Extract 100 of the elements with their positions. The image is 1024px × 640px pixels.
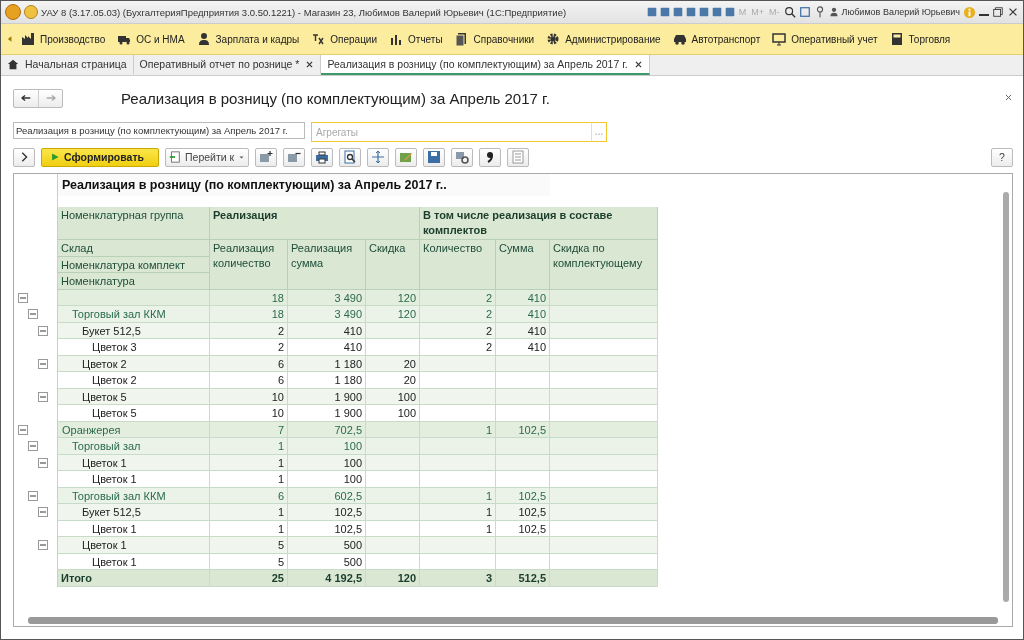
header-cell: Сумма <box>496 240 550 290</box>
remove-group-button[interactable] <box>283 147 306 167</box>
bar-chart-icon <box>389 32 404 46</box>
table-cell: 1 180 <box>288 372 366 389</box>
print-button[interactable] <box>311 147 334 167</box>
settings-icon <box>455 150 470 164</box>
table-cell: 6 <box>210 372 288 389</box>
table-cell: 102,5 <box>288 504 366 521</box>
close-icon <box>1004 93 1013 102</box>
row-name-cell: Цветок 1 <box>58 537 210 554</box>
crosshair-icon <box>371 150 386 164</box>
move-button[interactable] <box>367 147 390 167</box>
section-item[interactable]: Автотранспорт <box>666 32 767 46</box>
total-cell: 4 192,5 <box>288 570 366 587</box>
total-cell: 512,5 <box>496 570 550 587</box>
aggregates-field[interactable]: Агрегаты <box>311 122 591 142</box>
table-cell: 3 490 <box>288 306 366 323</box>
right-arrow-icon <box>44 92 57 104</box>
table-cell: 2 <box>420 339 496 356</box>
list-button[interactable] <box>507 147 530 167</box>
header-cell: Номенклатурная группа <box>58 207 210 240</box>
section-item[interactable]: Оперативный учет <box>766 32 884 46</box>
row-name-cell: Торговый зал <box>58 438 210 455</box>
header-cell: Реализация количество <box>210 240 288 290</box>
table-cell: 102,5 <box>496 504 550 521</box>
zoom-in-icon <box>783 6 796 18</box>
collapse-toggle[interactable] <box>28 441 38 451</box>
collapse-toggle[interactable] <box>18 292 28 303</box>
user-name[interactable]: Любимов Валерий Юрьевич <box>841 7 960 17</box>
table-cell: 100 <box>288 471 366 488</box>
table-cell: 120 <box>366 306 420 323</box>
close-icon[interactable] <box>305 59 315 69</box>
table-cell: 500 <box>288 537 366 554</box>
collapse-toggle[interactable] <box>18 424 28 435</box>
settings-button[interactable] <box>451 147 474 167</box>
save-button[interactable] <box>423 147 446 167</box>
collapse-toggle[interactable] <box>38 457 48 468</box>
books-icon <box>454 32 469 46</box>
header-cell: Количество <box>420 240 496 290</box>
table-cell: 1 <box>210 471 288 488</box>
table-cell <box>366 339 420 356</box>
horizontal-scrollbar[interactable] <box>28 617 998 624</box>
main-menu-icon[interactable] <box>24 5 38 19</box>
choose-button[interactable] <box>591 122 607 142</box>
grid-minus-icon <box>287 150 302 164</box>
add-group-button[interactable] <box>255 147 278 167</box>
preview-button[interactable] <box>339 147 362 167</box>
table-cell: 100 <box>366 405 420 422</box>
collapse-toggle[interactable] <box>28 490 38 501</box>
window-icon <box>798 6 811 18</box>
generate-button[interactable]: Сформировать <box>41 147 159 167</box>
report-name-field[interactable]: Реализация в розницу (по комплектующим) за Апрель 2017 г. <box>13 122 305 139</box>
edit-button[interactable] <box>395 147 418 167</box>
table-cell <box>366 471 420 488</box>
comma-button[interactable] <box>479 147 502 167</box>
collapse-toggle[interactable] <box>38 325 48 336</box>
row-name-cell: Цветок 1 <box>58 471 210 488</box>
row-name-cell: Торговый зал ККМ <box>58 306 210 323</box>
app-logo-icon[interactable] <box>5 4 21 20</box>
total-label: Итого <box>58 570 210 587</box>
goto-button[interactable]: Перейти к <box>165 147 250 167</box>
section-item[interactable]: Зарплата и кадры <box>190 32 306 46</box>
collapse-toggle[interactable] <box>38 540 48 550</box>
table-cell: 5 <box>210 537 288 554</box>
table-cell: 10 <box>210 405 288 422</box>
table-cell: 410 <box>496 339 550 356</box>
form-title: Реализация в розницу (по комплектующим) за Апрель 2017 г. <box>121 89 550 107</box>
section-item[interactable]: Справочники <box>448 32 541 46</box>
table-cell <box>496 372 550 389</box>
section-item[interactable]: Производство <box>15 32 112 46</box>
section-item[interactable]: Отчеты <box>383 32 449 46</box>
grid-plus-icon <box>259 150 274 164</box>
close-icon[interactable] <box>633 59 643 69</box>
section-item[interactable]: ОС и НМА <box>111 32 191 46</box>
left-arrow-icon <box>20 92 32 104</box>
row-name-cell: Цветок 5 <box>58 405 210 422</box>
header-cell: Реализация сумма <box>288 240 366 290</box>
total-cell: 25 <box>210 570 288 587</box>
table-cell <box>366 537 420 554</box>
table-cell: 2 <box>210 339 288 356</box>
collapse-toggle[interactable] <box>38 358 48 369</box>
table-cell <box>496 405 550 422</box>
collapse-toggle[interactable] <box>38 391 48 402</box>
factory-icon <box>21 32 35 46</box>
info-icon <box>963 5 976 19</box>
header-cell: В том числе реализация в составе комплектов <box>420 207 658 240</box>
expand-button[interactable] <box>13 147 35 167</box>
collapse-toggle[interactable] <box>28 309 38 319</box>
table-cell: 410 <box>288 339 366 356</box>
table-cell: 100 <box>288 438 366 455</box>
table-cell: 410 <box>496 306 550 323</box>
gear-icon <box>546 32 561 46</box>
section-item[interactable]: Администрирование <box>540 32 667 46</box>
table-cell: 1 900 <box>288 405 366 422</box>
collapse-toggle[interactable] <box>38 507 48 517</box>
total-cell: 3 <box>420 570 496 587</box>
section-item[interactable]: Операции <box>305 32 384 46</box>
tab[interactable]: Реализация в розницу (по комплектующим) за Апрель 2017 г. <box>321 55 650 75</box>
help-button[interactable]: ? <box>991 147 1013 167</box>
section-item[interactable]: Торговля <box>883 32 957 46</box>
